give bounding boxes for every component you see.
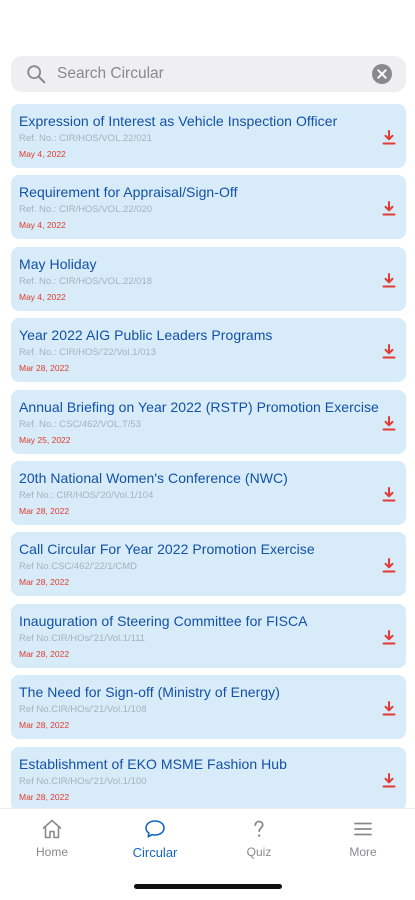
menu-icon xyxy=(354,822,372,836)
circular-ref: Ref No.CIR/HOs/'21/Vol.1/111 xyxy=(19,632,146,644)
circular-date: Mar 28, 2022 xyxy=(19,720,70,731)
tab-home[interactable]: Home xyxy=(12,817,92,869)
circular-ref: Ref. No.: CIR/HOS/VOL.22/020 xyxy=(19,204,153,216)
circular-card[interactable]: Establishment of EKO MSME Fashion Hub Re… xyxy=(11,746,406,811)
circular-date: Mar 28, 2022 xyxy=(19,791,70,802)
download-icon[interactable] xyxy=(382,201,396,216)
search-bar[interactable] xyxy=(11,56,406,92)
circular-card[interactable]: Annual Briefing on Year 2022 (RSTP) Prom… xyxy=(11,389,406,454)
circular-title: Establishment of EKO MSME Fashion Hub xyxy=(19,755,287,772)
home-icon xyxy=(42,819,62,839)
circular-card[interactable]: Call Circular For Year 2022 Promotion Ex… xyxy=(11,532,406,597)
circular-date: Mar 28, 2022 xyxy=(19,648,70,659)
download-icon[interactable] xyxy=(382,415,396,431)
search-icon xyxy=(27,65,46,84)
circular-title: Call Circular For Year 2022 Promotion Ex… xyxy=(19,541,315,558)
circular-ref: Ref No.CIR/HOs/'21/Vol.1/100 xyxy=(19,775,147,787)
clear-search-icon[interactable] xyxy=(372,64,392,84)
tab-quiz-label: Quiz xyxy=(246,845,272,859)
download-icon[interactable] xyxy=(382,772,396,788)
circular-card[interactable]: 20th National Women's Conference (NWC) R… xyxy=(11,460,406,525)
download-icon[interactable] xyxy=(382,272,396,288)
circular-title: The Need for Sign-off (Ministry of Energ… xyxy=(19,684,280,701)
circular-card[interactable]: Requirement for Appraisal/Sign-Off Ref. … xyxy=(11,175,406,240)
circular-ref: Ref. No.: CSC/462/VOL.T/53 xyxy=(19,418,141,430)
search-input[interactable] xyxy=(57,56,357,92)
circular-ref: Ref No.CIR/HOs/'21/Vol.1/108 xyxy=(19,704,147,716)
download-icon[interactable] xyxy=(382,629,396,645)
chat-bubble-icon xyxy=(145,820,165,838)
circular-card[interactable]: Inauguration of Steering Committee for F… xyxy=(11,603,406,668)
tab-circular[interactable]: Circular xyxy=(115,817,195,869)
circular-ref: Ref No.: CIR/HOS/'20/Vol.1/104 xyxy=(19,489,154,501)
tab-more[interactable]: More xyxy=(323,817,403,869)
circular-title: Annual Briefing on Year 2022 (RSTP) Prom… xyxy=(19,398,379,415)
circular-date: May 4, 2022 xyxy=(19,220,66,231)
circular-date: Mar 28, 2022 xyxy=(19,363,70,374)
circular-date: Mar 28, 2022 xyxy=(19,577,70,588)
tab-more-label: More xyxy=(349,845,377,859)
circular-card[interactable]: Year 2022 AIG Public Leaders Programs Re… xyxy=(11,318,406,383)
home-indicator[interactable] xyxy=(134,884,282,889)
circular-date: May 4, 2022 xyxy=(19,291,66,302)
question-icon xyxy=(254,820,264,837)
circular-card[interactable]: Expression of Interest as Vehicle Inspec… xyxy=(11,104,406,168)
circular-date: May 4, 2022 xyxy=(19,149,66,159)
download-icon[interactable] xyxy=(382,701,396,716)
circular-ref: Ref. No.: CIR/HOS/VOL.22/021 xyxy=(19,133,153,144)
circular-title: Requirement for Appraisal/Sign-Off xyxy=(19,184,238,201)
circular-date: Mar 28, 2022 xyxy=(19,505,70,516)
tab-circular-label: Circular xyxy=(132,845,178,860)
tab-quiz[interactable]: Quiz xyxy=(219,817,299,869)
download-icon[interactable] xyxy=(382,130,396,145)
circular-title: Inauguration of Steering Committee for F… xyxy=(19,612,308,629)
circular-card[interactable]: May Holiday Ref. No.: CIR/HOS/VOL.22/018… xyxy=(11,246,406,311)
circular-ref: Ref No.CSC/462/'22/1/CMD xyxy=(19,561,137,573)
download-icon[interactable] xyxy=(382,486,396,502)
circular-date: May 25, 2022 xyxy=(19,434,71,445)
circular-ref: Ref. No.: CIR/HOS/'22/Vol.1/013 xyxy=(19,347,156,359)
circular-ref: Ref. No.: CIR/HOS/VOL.22/018 xyxy=(19,275,153,287)
download-icon[interactable] xyxy=(382,558,396,573)
circular-list: Expression of Interest as Vehicle Inspec… xyxy=(11,104,406,818)
circular-title: May Holiday xyxy=(19,255,97,272)
download-icon[interactable] xyxy=(382,344,396,359)
circular-card[interactable]: The Need for Sign-off (Ministry of Energ… xyxy=(11,675,406,740)
circular-title: 20th National Women's Conference (NWC) xyxy=(19,469,288,486)
circular-title: Year 2022 AIG Public Leaders Programs xyxy=(19,327,273,344)
tab-home-label: Home xyxy=(35,845,68,859)
circular-title: Expression of Interest as Vehicle Inspec… xyxy=(19,113,338,129)
